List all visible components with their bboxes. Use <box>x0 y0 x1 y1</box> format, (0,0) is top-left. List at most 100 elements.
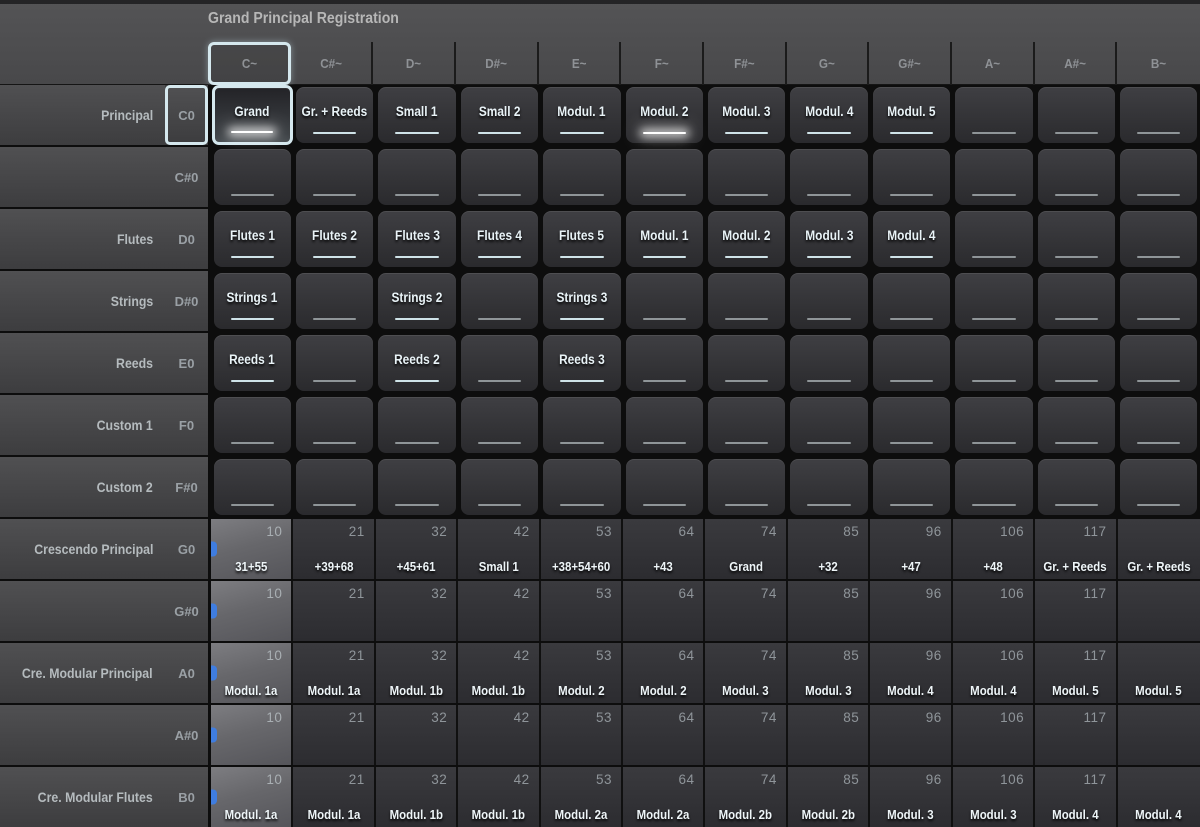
crescendo-cell[interactable]: 106Modul. 3 <box>953 767 1035 827</box>
registration-cell[interactable] <box>1038 87 1115 143</box>
crescendo-cell[interactable]: 32 <box>376 705 458 765</box>
crescendo-cell[interactable]: 85+32 <box>788 519 870 579</box>
registration-cell[interactable] <box>1038 459 1115 515</box>
crescendo-cell[interactable]: Modul. 4 <box>1118 767 1200 827</box>
registration-cell[interactable] <box>1038 273 1115 329</box>
crescendo-cell[interactable]: 85Modul. 2b <box>788 767 870 827</box>
crescendo-cell[interactable]: 32Modul. 1b <box>376 767 458 827</box>
crescendo-cell[interactable]: 117Modul. 4 <box>1035 767 1117 827</box>
registration-cell[interactable] <box>461 335 538 391</box>
registration-cell[interactable] <box>955 335 1032 391</box>
note-cell-D#0[interactable]: D#0 <box>165 271 208 331</box>
crescendo-cell[interactable]: 21Modul. 1a <box>293 643 375 703</box>
registration-cell[interactable]: Flutes 1 <box>214 211 291 267</box>
crescendo-cell[interactable]: 74Modul. 2b <box>705 767 787 827</box>
crescendo-cell[interactable]: 85 <box>788 705 870 765</box>
crescendo-cell[interactable]: 64Modul. 2a <box>623 767 705 827</box>
registration-cell[interactable] <box>1120 397 1197 453</box>
note-cell-F#0[interactable]: F#0 <box>165 457 208 517</box>
column-header-11[interactable]: A#~ <box>1035 42 1118 85</box>
registration-cell[interactable] <box>378 149 455 205</box>
crescendo-cell[interactable]: 106 <box>953 581 1035 641</box>
registration-cell[interactable] <box>955 211 1032 267</box>
registration-cell[interactable] <box>543 459 620 515</box>
registration-cell[interactable]: Modul. 3 <box>790 211 867 267</box>
registration-cell[interactable] <box>296 397 373 453</box>
registration-cell[interactable] <box>790 149 867 205</box>
registration-cell[interactable] <box>1120 273 1197 329</box>
registration-cell[interactable] <box>461 397 538 453</box>
crescendo-cell[interactable]: 74 <box>705 581 787 641</box>
crescendo-cell[interactable]: 64 <box>623 581 705 641</box>
registration-cell[interactable] <box>296 273 373 329</box>
registration-cell[interactable] <box>626 335 703 391</box>
registration-cell[interactable] <box>214 149 291 205</box>
note-cell-D0[interactable]: D0 <box>165 209 208 269</box>
registration-cell[interactable] <box>873 335 950 391</box>
registration-cell[interactable]: Modul. 5 <box>873 87 950 143</box>
crescendo-cell[interactable]: 21 <box>293 705 375 765</box>
registration-cell[interactable]: Small 2 <box>461 87 538 143</box>
crescendo-cell[interactable]: 21Modul. 1a <box>293 767 375 827</box>
registration-cell[interactable] <box>1120 335 1197 391</box>
crescendo-cell[interactable]: 106+48 <box>953 519 1035 579</box>
crescendo-cell[interactable]: Modul. 5 <box>1118 643 1200 703</box>
crescendo-cell[interactable]: 21 <box>293 581 375 641</box>
note-cell-C0[interactable]: C0 <box>165 85 208 145</box>
crescendo-cell[interactable]: 74Grand <box>705 519 787 579</box>
registration-cell[interactable] <box>790 397 867 453</box>
column-header-9[interactable]: G#~ <box>869 42 952 85</box>
crescendo-cell[interactable]: 21+39+68 <box>293 519 375 579</box>
note-cell-C#0[interactable]: C#0 <box>165 147 208 207</box>
crescendo-cell[interactable]: 117Gr. + Reeds <box>1035 519 1117 579</box>
registration-cell[interactable] <box>1038 149 1115 205</box>
registration-cell[interactable] <box>296 459 373 515</box>
registration-cell[interactable] <box>378 397 455 453</box>
crescendo-cell[interactable] <box>1118 705 1200 765</box>
column-header-12[interactable]: B~ <box>1117 42 1200 85</box>
registration-cell[interactable]: Flutes 3 <box>378 211 455 267</box>
note-cell-B0[interactable]: B0 <box>165 767 208 827</box>
registration-cell[interactable] <box>873 149 950 205</box>
crescendo-cell[interactable]: 74Modul. 3 <box>705 643 787 703</box>
crescendo-cell[interactable]: 53+38+54+60 <box>541 519 623 579</box>
crescendo-cell[interactable]: 1031+55 <box>211 519 293 579</box>
crescendo-cell[interactable] <box>1118 581 1200 641</box>
crescendo-cell[interactable]: 10Modul. 1a <box>211 643 293 703</box>
crescendo-cell[interactable]: 85Modul. 3 <box>788 643 870 703</box>
registration-cell[interactable]: Modul. 2 <box>626 87 703 143</box>
registration-cell[interactable] <box>1038 397 1115 453</box>
registration-cell[interactable] <box>790 335 867 391</box>
crescendo-cell[interactable]: 10 <box>211 705 293 765</box>
crescendo-cell[interactable]: 96 <box>870 581 952 641</box>
registration-cell[interactable] <box>955 149 1032 205</box>
crescendo-cell[interactable]: 64Modul. 2 <box>623 643 705 703</box>
registration-cell[interactable] <box>1038 211 1115 267</box>
column-header-6[interactable]: F~ <box>621 42 704 85</box>
registration-cell[interactable] <box>626 397 703 453</box>
registration-cell[interactable] <box>1120 149 1197 205</box>
crescendo-cell[interactable]: 32+45+61 <box>376 519 458 579</box>
crescendo-cell[interactable]: 85 <box>788 581 870 641</box>
registration-cell[interactable] <box>790 273 867 329</box>
registration-cell[interactable] <box>708 459 785 515</box>
crescendo-cell[interactable]: Gr. + Reeds <box>1118 519 1200 579</box>
registration-cell[interactable] <box>214 397 291 453</box>
crescendo-cell[interactable]: 42Modul. 1b <box>458 767 540 827</box>
crescendo-cell[interactable]: 74 <box>705 705 787 765</box>
registration-cell[interactable] <box>1120 459 1197 515</box>
note-cell-F0[interactable]: F0 <box>165 395 208 455</box>
crescendo-cell[interactable]: 64 <box>623 705 705 765</box>
crescendo-cell[interactable]: 106 <box>953 705 1035 765</box>
registration-cell[interactable]: Reeds 3 <box>543 335 620 391</box>
registration-cell[interactable] <box>873 459 950 515</box>
column-header-4[interactable]: D#~ <box>456 42 539 85</box>
registration-cell[interactable]: Strings 2 <box>378 273 455 329</box>
registration-cell[interactable] <box>955 397 1032 453</box>
note-cell-A0[interactable]: A0 <box>165 643 208 703</box>
column-header-1[interactable]: C~ <box>208 42 291 85</box>
registration-cell[interactable] <box>461 149 538 205</box>
crescendo-cell[interactable]: 64+43 <box>623 519 705 579</box>
crescendo-cell[interactable]: 42Modul. 1b <box>458 643 540 703</box>
registration-cell[interactable] <box>955 87 1032 143</box>
